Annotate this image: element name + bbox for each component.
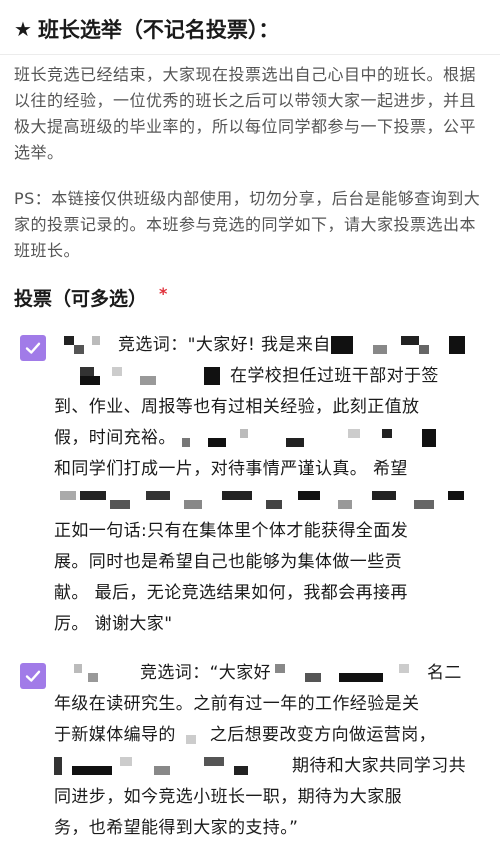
redacted-block bbox=[271, 664, 427, 682]
checkmark-icon bbox=[25, 670, 41, 682]
option-1-line-2: 在学校担任过班干部对于签 bbox=[230, 366, 439, 386]
question-label: 投票（可多选） bbox=[14, 288, 148, 310]
required-mark: * bbox=[159, 284, 168, 303]
question-heading: 投票（可多选） * bbox=[14, 284, 167, 311]
ps-notice: PS：本链接仅供班级内部使用，切勿分享，后台是能够查询到大家的投票记录的。本班参… bbox=[14, 189, 481, 260]
page-title: ★ 班长选举（不记名投票）： bbox=[14, 14, 490, 44]
checkmark-icon bbox=[25, 342, 41, 354]
option-2-line-5: 同进步，如今竞选小班长一职，期待为大家服 bbox=[54, 787, 402, 807]
vote-option-1[interactable]: 竞选词："大家好! 我是来自 在学校担任过班干部对于签 到、作业、周报等也有过相… bbox=[20, 330, 490, 648]
option-1-line-1: 竞选词："大家好! 我是来自 bbox=[118, 335, 331, 355]
redacted-block bbox=[54, 367, 230, 385]
redacted-block bbox=[54, 757, 292, 775]
option-1-text: 竞选词："大家好! 我是来自 在学校担任过班干部对于签 到、作业、周报等也有过相… bbox=[54, 330, 490, 640]
intro-description: 班长竞选已经结束，大家现在投票选出自己心目中的班长。根据以往的经验，一位优秀的班… bbox=[14, 65, 477, 162]
option-2-checkbox[interactable] bbox=[20, 663, 46, 689]
option-2-text: 竞选词：“大家好 名二 年级在读研究生。之前有过一年的工作经验是关 于新媒体编导… bbox=[54, 658, 490, 844]
vote-option-2[interactable]: 竞选词：“大家好 名二 年级在读研究生。之前有过一年的工作经验是关 于新媒体编导… bbox=[20, 658, 490, 848]
option-1-checkbox[interactable] bbox=[20, 335, 46, 361]
redacted-block bbox=[176, 726, 210, 744]
option-1-line-6: 正如一句话:只有在集体里个体才能获得全面发 bbox=[54, 521, 409, 541]
option-1-line-8: 献。 最后，无论竞选结果如何，我都会再接再 bbox=[54, 583, 408, 603]
option-2-line-6: 务，也希望能得到大家的支持。” bbox=[54, 818, 299, 838]
option-1-line-5: 和同学们打成一片，对待事情严谨认真。 希望 bbox=[54, 459, 408, 479]
option-1-line-9: 厉。 谢谢大家" bbox=[54, 614, 173, 634]
redacted-block bbox=[54, 491, 474, 509]
page-title-text: 班长选举（不记名投票）： bbox=[37, 18, 280, 42]
redacted-block bbox=[330, 336, 471, 354]
option-2-line-2: 年级在读研究生。之前有过一年的工作经验是关 bbox=[54, 694, 420, 714]
title-divider bbox=[0, 54, 500, 55]
option-2-line-1b: 名二 bbox=[427, 663, 462, 683]
option-2-line-4: 期待和大家共同学习共 bbox=[292, 756, 466, 776]
option-1-line-3: 到、作业、周报等也有过相关经验，此刻正值放 bbox=[54, 397, 420, 417]
redacted-block bbox=[54, 664, 140, 682]
option-2-line-3b: 之后想要改变方向做运营岗， bbox=[209, 725, 437, 745]
redacted-block bbox=[54, 336, 118, 354]
option-1-line-4: 假，时间充裕。 bbox=[54, 428, 176, 448]
redacted-block bbox=[176, 429, 476, 447]
option-1-line-7: 展。同时也是希望自己也能够为集体做一些贡 bbox=[54, 552, 402, 572]
vote-page: ★ 班长选举（不记名投票）： 班长竞选已经结束，大家现在投票选出自己心目中的班长… bbox=[0, 0, 500, 854]
star-icon: ★ bbox=[14, 17, 32, 41]
option-2-line-1: 竞选词：“大家好 bbox=[140, 663, 272, 683]
option-2-line-3: 于新媒体编导的 bbox=[54, 725, 176, 745]
